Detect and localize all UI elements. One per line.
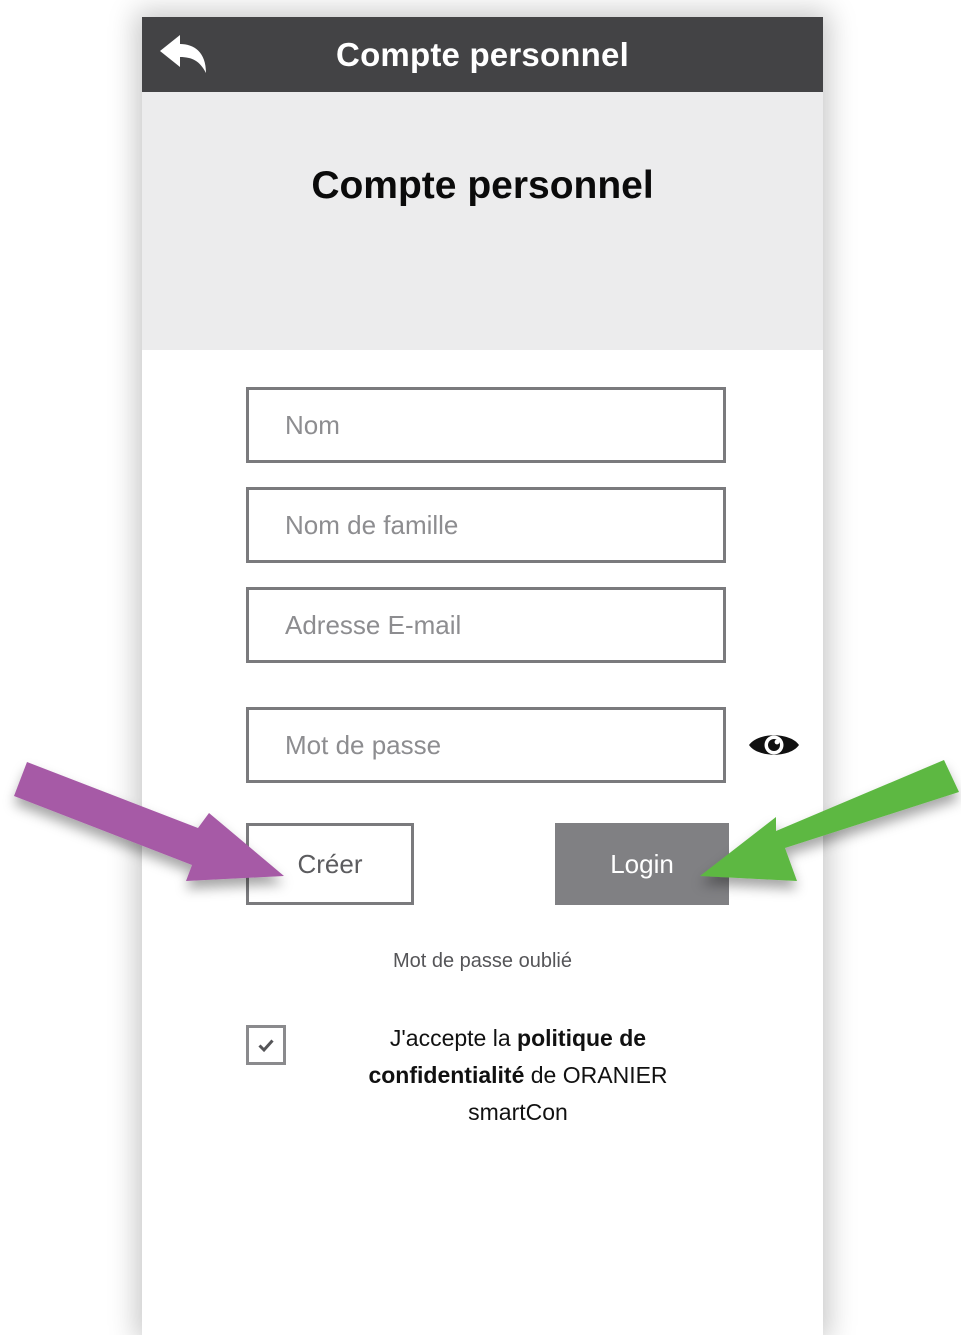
phone-screen: Compte personnel Compte personnel Créer xyxy=(142,17,823,1335)
email-input[interactable] xyxy=(249,590,723,660)
create-button[interactable]: Créer xyxy=(246,823,414,905)
login-button[interactable]: Login xyxy=(555,823,729,905)
consent-app-name: smartCon xyxy=(468,1099,568,1125)
password-field xyxy=(246,707,726,783)
privacy-policy-link-part-2[interactable]: confidentialité xyxy=(368,1062,524,1088)
eye-icon xyxy=(749,735,799,755)
last-name-input[interactable] xyxy=(249,490,723,560)
privacy-policy-link-part-1[interactable]: politique de xyxy=(517,1025,646,1051)
forgot-password-link[interactable]: Mot de passe oublié xyxy=(142,950,823,973)
screenshot-stage: Compte personnel Compte personnel Créer xyxy=(0,0,961,1335)
first-name-input[interactable] xyxy=(249,390,723,460)
last-name-field xyxy=(246,487,726,563)
first-name-field xyxy=(246,387,726,463)
page-title: Compte personnel xyxy=(311,164,654,207)
checkmark-icon xyxy=(258,1039,274,1053)
email-field xyxy=(246,587,726,663)
consent-text-after: de ORANIER xyxy=(524,1062,668,1088)
consent-text-before: J'accepte la xyxy=(389,1025,518,1051)
password-input[interactable] xyxy=(249,710,723,780)
app-bar: Compte personnel xyxy=(142,17,823,92)
show-password-button[interactable] xyxy=(746,727,802,763)
app-bar-title: Compte personnel xyxy=(336,36,629,73)
privacy-checkbox[interactable] xyxy=(246,1025,286,1065)
privacy-consent-text: J'accepte la politique de confidentialit… xyxy=(332,1020,704,1131)
header-section: Compte personnel xyxy=(142,92,823,350)
